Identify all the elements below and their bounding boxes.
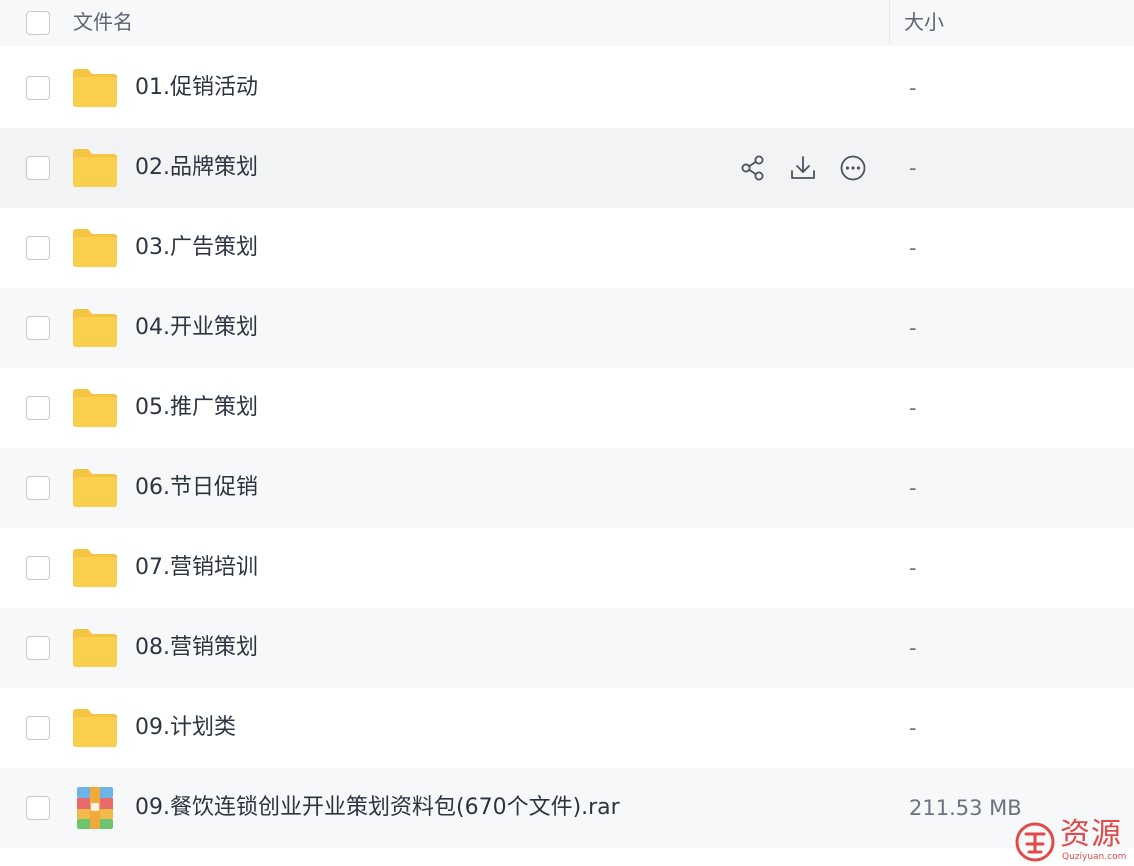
row-checkbox[interactable] xyxy=(26,76,50,100)
file-size: - xyxy=(909,716,917,740)
share-icon xyxy=(741,155,764,181)
file-row[interactable]: 01.促销活动 - xyxy=(0,48,1134,128)
file-list: 文件名 大小 01.促销活动 - 02.品牌策划 - 03.广告策划 - 04.… xyxy=(0,0,1134,866)
file-name[interactable]: 07.营销培训 xyxy=(135,554,258,582)
file-name[interactable]: 08.营销策划 xyxy=(135,634,258,662)
row-checkbox[interactable] xyxy=(26,396,50,420)
column-divider[interactable] xyxy=(889,0,890,44)
file-name[interactable]: 03.广告策划 xyxy=(135,234,258,262)
file-size: - xyxy=(909,396,917,420)
folder-icon xyxy=(73,629,117,667)
more-button[interactable] xyxy=(836,151,870,185)
folder-icon xyxy=(73,309,117,347)
row-checkbox[interactable] xyxy=(26,556,50,580)
column-header-size[interactable]: 大小 xyxy=(904,10,944,34)
folder-icon xyxy=(73,469,117,507)
file-row[interactable]: 02.品牌策划 - xyxy=(0,128,1134,208)
file-size: - xyxy=(909,316,917,340)
folder-icon xyxy=(73,709,117,747)
share-button[interactable] xyxy=(736,151,770,185)
file-name[interactable]: 09.计划类 xyxy=(135,714,236,742)
select-all-checkbox[interactable] xyxy=(26,11,50,35)
watermark: 资源 Quziyuan.com xyxy=(1014,818,1130,864)
folder-icon xyxy=(73,69,117,107)
row-checkbox[interactable] xyxy=(26,156,50,180)
file-name[interactable]: 02.品牌策划 xyxy=(135,154,258,182)
row-checkbox[interactable] xyxy=(26,716,50,740)
file-name[interactable]: 04.开业策划 xyxy=(135,314,258,342)
row-checkbox[interactable] xyxy=(26,476,50,500)
file-row[interactable]: 03.广告策划 - xyxy=(0,208,1134,288)
folder-icon xyxy=(73,389,117,427)
download-icon xyxy=(791,156,815,179)
watermark-text: 资源 xyxy=(1060,817,1122,852)
folder-icon xyxy=(73,149,117,187)
more-icon xyxy=(840,155,866,181)
folder-icon xyxy=(73,229,117,267)
file-size: - xyxy=(909,236,917,260)
row-checkbox[interactable] xyxy=(26,236,50,260)
row-checkbox[interactable] xyxy=(26,316,50,340)
file-name[interactable]: 01.促销活动 xyxy=(135,74,258,102)
file-row[interactable]: 09.餐饮连锁创业开业策划资料包(670个文件).rar 211.53 MB xyxy=(0,768,1134,848)
file-row[interactable]: 06.节日促销 - xyxy=(0,448,1134,528)
file-size: - xyxy=(909,636,917,660)
column-header-name[interactable]: 文件名 xyxy=(73,10,133,34)
file-size: - xyxy=(909,156,917,180)
watermark-url: Quziyuan.com xyxy=(1062,852,1127,862)
download-button[interactable] xyxy=(786,151,820,185)
file-size: 211.53 MB xyxy=(909,796,1022,820)
file-size: - xyxy=(909,76,917,100)
file-row[interactable]: 05.推广策划 - xyxy=(0,368,1134,448)
row-actions xyxy=(736,151,870,185)
watermark-logo-icon xyxy=(1015,822,1055,862)
file-name[interactable]: 05.推广策划 xyxy=(135,394,258,422)
file-row[interactable]: 07.营销培训 - xyxy=(0,528,1134,608)
file-name[interactable]: 09.餐饮连锁创业开业策划资料包(670个文件).rar xyxy=(135,794,620,822)
file-row[interactable]: 04.开业策划 - xyxy=(0,288,1134,368)
folder-icon xyxy=(73,549,117,587)
row-checkbox[interactable] xyxy=(26,796,50,820)
file-row[interactable]: 08.营销策划 - xyxy=(0,608,1134,688)
file-row[interactable]: 09.计划类 - xyxy=(0,688,1134,768)
archive-icon xyxy=(77,787,113,829)
file-name[interactable]: 06.节日促销 xyxy=(135,474,258,502)
file-size: - xyxy=(909,476,917,500)
row-checkbox[interactable] xyxy=(26,636,50,660)
file-list-header: 文件名 大小 xyxy=(0,0,1134,46)
file-size: - xyxy=(909,556,917,580)
